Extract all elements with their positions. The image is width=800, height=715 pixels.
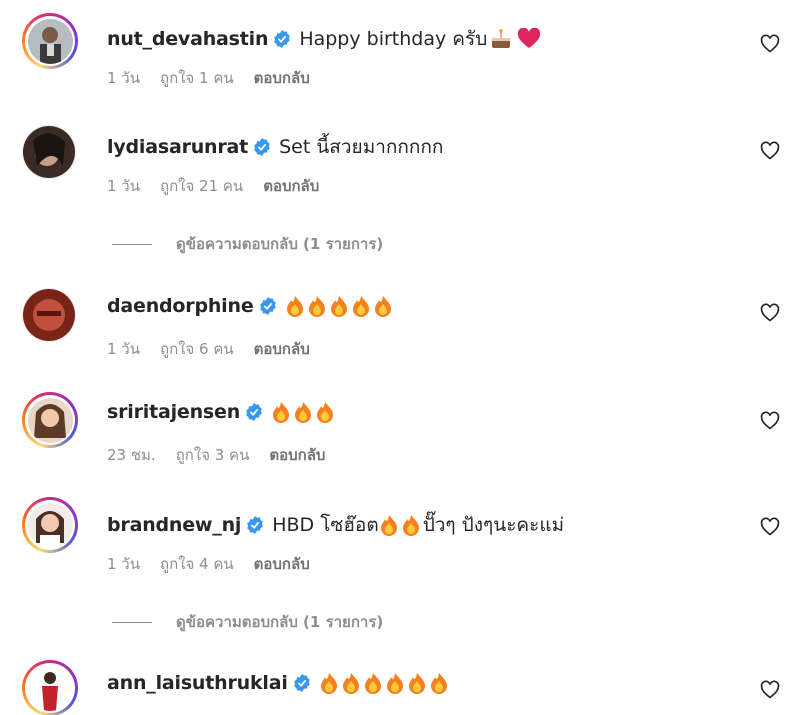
fire-emoji-icon (380, 515, 397, 536)
heart-outline-icon[interactable] (760, 411, 780, 431)
comment-time[interactable]: 1 วัน (107, 174, 140, 198)
fire-emoji-icon (430, 673, 447, 694)
comment-text: HBD โซฮ๊อต (272, 514, 379, 536)
emoji-row (271, 401, 337, 423)
red-heart-emoji-icon (518, 28, 541, 48)
comment-item: lydiasarunrat Set นี้สวยมากกกกก 1 วัน ถู… (0, 100, 800, 210)
fire-emoji-icon (286, 296, 303, 317)
avatar-ring[interactable] (22, 125, 76, 179)
comment-time[interactable]: 1 วัน (107, 66, 140, 90)
emoji-row (285, 295, 395, 317)
fire-emoji-icon (308, 296, 325, 317)
view-replies-label[interactable]: ดูข้อความตอบกลับ (1 รายการ) (176, 610, 383, 634)
comment-time[interactable]: 1 วัน (107, 552, 140, 576)
verified-badge-icon (254, 138, 270, 156)
likes-count[interactable]: ถูกใจ 4 คน (160, 552, 234, 576)
username[interactable]: sriritajensen (107, 401, 240, 423)
emoji-row (319, 672, 451, 694)
verified-badge-icon (293, 674, 310, 692)
fire-emoji-icon (402, 515, 419, 536)
likes-count[interactable]: ถูกใจ 1 คน (160, 66, 234, 90)
comment-item: ann_laisuthruklai (0, 650, 800, 715)
reply-button[interactable]: ตอบกลับ (263, 174, 319, 198)
verified-badge-icon (259, 297, 276, 315)
fire-emoji-icon (295, 402, 312, 423)
fire-emoji-icon (320, 673, 337, 694)
comment-item: brandnew_nj HBD โซฮ๊อต ปั๊วๆ ปังๆนะคะแม่… (0, 480, 800, 590)
avatar-story-ring[interactable] (22, 497, 78, 553)
comment-item: sriritajensen 23 ชม. ถูกใจ 3 คน ตอบกลับ (0, 375, 800, 475)
likes-count[interactable]: ถูกใจ 3 คน (176, 443, 250, 467)
cake-emoji-icon (492, 29, 511, 48)
username[interactable]: lydiasarunrat (107, 136, 248, 158)
fire-emoji-icon (374, 296, 391, 317)
fire-emoji-icon (330, 296, 347, 317)
fire-emoji-icon (408, 673, 425, 694)
username[interactable]: ann_laisuthruklai (107, 672, 288, 694)
heart-outline-icon[interactable] (760, 34, 780, 54)
reply-button[interactable]: ตอบกลับ (254, 552, 310, 576)
username[interactable]: brandnew_nj (107, 514, 241, 536)
heart-outline-icon[interactable] (760, 303, 780, 323)
view-replies-label[interactable]: ดูข้อความตอบกลับ (1 รายการ) (176, 232, 383, 256)
comment-item: daendorphine 1 วัน ถูกใจ 6 คน ตอบกลับ (0, 270, 800, 370)
reply-button[interactable]: ตอบกลับ (254, 66, 310, 90)
view-replies-button[interactable]: ดูข้อความตอบกลับ (1 รายการ) (112, 232, 383, 256)
fire-emoji-icon (342, 673, 359, 694)
heart-outline-icon[interactable] (760, 680, 780, 700)
fire-emoji-icon (386, 673, 403, 694)
avatar (27, 665, 73, 711)
likes-count[interactable]: ถูกใจ 6 คน (160, 337, 234, 361)
username[interactable]: daendorphine (107, 295, 254, 317)
avatar-story-ring[interactable] (22, 13, 78, 69)
view-replies-button[interactable]: ดูข้อความตอบกลับ (1 รายการ) (112, 610, 383, 634)
divider (112, 621, 152, 623)
avatar (23, 289, 75, 341)
divider (112, 243, 152, 245)
verified-badge-icon (246, 403, 262, 421)
fire-emoji-icon (317, 402, 334, 423)
avatar (23, 126, 75, 178)
avatar (27, 18, 73, 64)
comment-item: nut_devahastin Happy birthday ครับ 1 วัน… (0, 0, 800, 100)
avatar-story-ring[interactable] (22, 660, 78, 715)
fire-emoji-icon (273, 402, 290, 423)
verified-badge-icon (274, 30, 291, 48)
heart-outline-icon[interactable] (760, 517, 780, 537)
comment-time[interactable]: 23 ชม. (107, 443, 156, 467)
heart-outline-icon[interactable] (760, 141, 780, 161)
avatar-ring[interactable] (22, 288, 76, 342)
avatar-story-ring[interactable] (22, 392, 78, 448)
fire-emoji-icon (364, 673, 381, 694)
comment-text: Set นี้สวยมากกกกก (279, 136, 444, 158)
avatar (27, 397, 73, 443)
verified-badge-icon (247, 516, 264, 534)
comment-text: Happy birthday ครับ (299, 28, 488, 50)
avatar (27, 502, 73, 548)
comment-text-continued: ปั๊วๆ ปังๆนะคะแม่ (422, 514, 565, 536)
username[interactable]: nut_devahastin (107, 28, 269, 50)
reply-button[interactable]: ตอบกลับ (254, 337, 310, 361)
fire-emoji-icon (352, 296, 369, 317)
comment-time[interactable]: 1 วัน (107, 337, 140, 361)
likes-count[interactable]: ถูกใจ 21 คน (160, 174, 243, 198)
reply-button[interactable]: ตอบกลับ (269, 443, 325, 467)
